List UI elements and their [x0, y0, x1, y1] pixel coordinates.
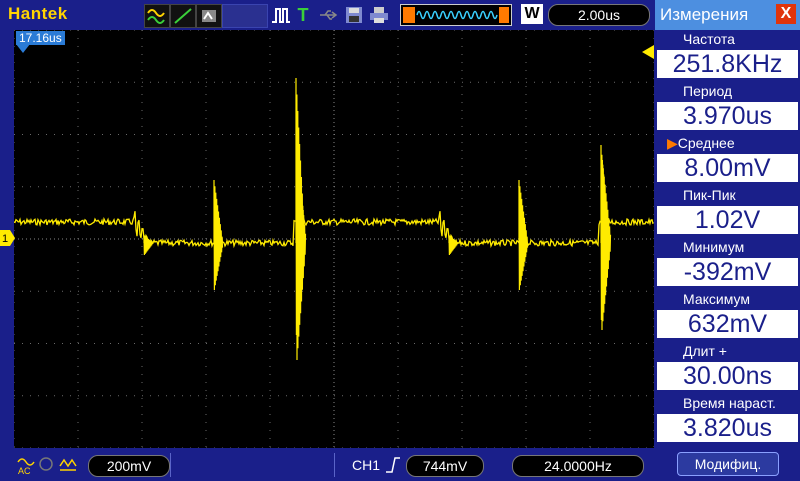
panel-header: Измерения X: [655, 0, 800, 30]
trigger-position-marker[interactable]: [16, 44, 30, 54]
measurement-label-text: Среднее: [677, 135, 735, 151]
trigger-level-readout[interactable]: 744mV: [406, 455, 484, 477]
measurement-value: 251.8KHz: [657, 50, 798, 78]
acquire-mode-indicator[interactable]: W: [521, 4, 543, 24]
pulse-trigger-icon[interactable]: [270, 4, 292, 26]
close-icon[interactable]: X: [776, 4, 796, 24]
brand-logo: Hantek: [8, 4, 68, 23]
channel-1-marker[interactable]: 1: [0, 230, 16, 246]
persistence-icon[interactable]: [196, 4, 222, 28]
waveform-math-icon[interactable]: [144, 4, 170, 28]
memory-depth-waveform-icon: [403, 7, 509, 23]
measurement-label-text: Период: [683, 83, 733, 99]
measurement-label[interactable]: Пик-Пик: [655, 187, 800, 203]
selected-arrow-icon: ▶: [667, 135, 678, 151]
measurements-panel: Измерения X Частота 251.8KHz Период 3.970us…: [655, 0, 800, 480]
measurement-label[interactable]: Время нараст.: [655, 395, 800, 411]
measurement-label-text: Время нараст.: [683, 395, 776, 411]
rising-edge-icon[interactable]: [384, 455, 402, 475]
measurement-label[interactable]: Длит +: [655, 343, 800, 359]
measurement-value: 3.820us: [657, 414, 798, 442]
measurement-value: 8.00mV: [657, 154, 798, 182]
timebase-readout[interactable]: 2.00us: [548, 4, 650, 26]
coupling-icons[interactable]: AC: [16, 452, 86, 476]
waveform-spike: [448, 234, 459, 256]
measurement-value: 3.970us: [657, 102, 798, 130]
measurement-label[interactable]: Максимум: [655, 291, 800, 307]
measurement-value: -392mV: [657, 258, 798, 286]
modify-button[interactable]: Модифиц.: [677, 452, 779, 476]
trigger-mode-indicator[interactable]: T: [294, 4, 312, 26]
divider: [334, 453, 335, 477]
trigger-channel-label[interactable]: CH1: [352, 457, 380, 473]
waveform-trace: [14, 211, 654, 249]
waveform-spike: [143, 234, 154, 256]
volts-per-div-readout[interactable]: 200mV: [88, 455, 170, 477]
channel-1-marker-label: 1: [2, 233, 8, 245]
channel-status-slot: [222, 4, 268, 28]
measurement-value: 1.02V: [657, 206, 798, 234]
measurement-value: 632mV: [657, 310, 798, 338]
save-disk-icon[interactable]: [344, 4, 364, 26]
waveform-grid: [14, 30, 654, 448]
waveform-spike: [213, 179, 224, 291]
print-icon[interactable]: [368, 4, 390, 26]
line-display-icon[interactable]: [170, 4, 196, 28]
measurement-label[interactable]: Частота: [655, 31, 800, 47]
svg-text:AC: AC: [18, 466, 31, 476]
measurement-label-text: Минимум: [683, 239, 745, 255]
divider: [170, 453, 171, 477]
usb-icon[interactable]: [318, 4, 340, 26]
trigger-level-marker[interactable]: [640, 45, 654, 59]
measurement-label-text: Длит +: [683, 343, 727, 359]
measurement-label[interactable]: Минимум: [655, 239, 800, 255]
measurement-label[interactable]: Период: [655, 83, 800, 99]
measurement-label-text: Пик-Пик: [683, 187, 736, 203]
waveform-spike: [518, 179, 529, 291]
measurement-label[interactable]: ▶Среднее: [655, 135, 800, 152]
measurement-label-text: Частота: [683, 31, 735, 47]
frequency-counter-readout: 24.0000Hz: [512, 455, 644, 477]
measurement-value: 30.00ns: [657, 362, 798, 390]
measurement-label-text: Максимум: [683, 291, 750, 307]
waveform-display: [14, 30, 654, 448]
panel-title: Измерения: [660, 5, 749, 24]
trigger-position-indicator[interactable]: [400, 4, 512, 26]
cursor-time-readout: 17.16us: [16, 31, 65, 45]
waveform-spike: [601, 159, 612, 331]
